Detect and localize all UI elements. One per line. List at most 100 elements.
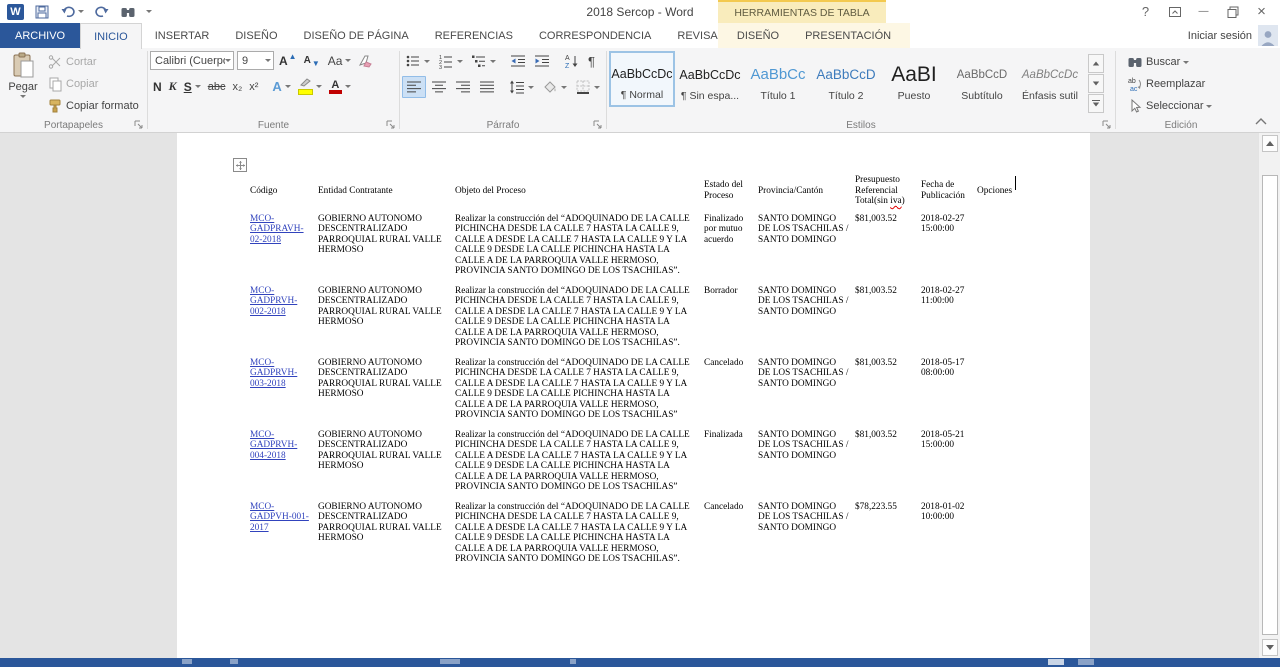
- sort-button[interactable]: AZ: [561, 51, 583, 71]
- superscript-button[interactable]: x²: [246, 79, 261, 95]
- tab-diseno-de-pagina[interactable]: DISEÑO DE PÁGINA: [291, 23, 422, 48]
- paste-dropdown-icon[interactable]: [20, 95, 26, 98]
- tab-herramientas-diseno[interactable]: DISEÑO: [724, 23, 792, 48]
- styles-scroll-down-button[interactable]: [1088, 74, 1104, 93]
- scrollbar-up-button[interactable]: [1262, 135, 1278, 152]
- show-marks-button[interactable]: ¶: [585, 52, 598, 71]
- view-button[interactable]: [1078, 659, 1094, 665]
- underline-button[interactable]: S: [181, 78, 204, 96]
- undo-button[interactable]: [60, 4, 84, 20]
- tab-referencias[interactable]: REFERENCIAS: [422, 23, 526, 48]
- codigo-link[interactable]: MCO-GADPRVH-004-2018: [250, 430, 297, 461]
- scroll-arrow-up-icon: [1266, 141, 1274, 146]
- line-spacing-button[interactable]: [506, 77, 537, 97]
- style-normal[interactable]: AaBbCcDc ¶ Normal: [609, 51, 675, 107]
- subscript-button[interactable]: x₂: [229, 79, 245, 95]
- styles-scroll-up-button[interactable]: [1088, 54, 1104, 73]
- align-left-button[interactable]: [402, 76, 426, 98]
- align-right-button[interactable]: [452, 77, 474, 97]
- fuente-dialog-launcher-icon[interactable]: [386, 120, 396, 130]
- cell-provincia: SANTO DOMINGO DE LOS TSACHILAS / SANTO D…: [758, 214, 855, 286]
- user-avatar[interactable]: [1258, 25, 1278, 46]
- multilevel-list-button[interactable]: [468, 51, 499, 71]
- font-size-combo[interactable]: 9: [237, 51, 274, 70]
- format-painter-button[interactable]: Copiar formato: [44, 96, 142, 116]
- cell-entidad: GOBIERNO AUTONOMO DESCENTRALIZADO PARROQ…: [318, 214, 455, 286]
- bullets-button[interactable]: [402, 51, 433, 71]
- cell-entidad: GOBIERNO AUTONOMO DESCENTRALIZADO PARROQ…: [318, 430, 455, 502]
- scrollbar-down-button[interactable]: [1262, 639, 1278, 656]
- word-logo-icon[interactable]: W: [7, 4, 24, 20]
- tab-diseno[interactable]: DISEÑO: [222, 23, 290, 48]
- collapse-ribbon-button[interactable]: [1254, 117, 1268, 126]
- undo-dropdown-icon[interactable]: [78, 10, 84, 13]
- find-button[interactable]: Buscar: [1124, 52, 1244, 72]
- replace-button[interactable]: abac Reemplazar: [1124, 74, 1244, 94]
- cell-codigo: MCO-GADPRVH-004-2018: [250, 430, 318, 502]
- text-effects-button[interactable]: A: [269, 77, 293, 96]
- increase-indent-button[interactable]: [531, 51, 553, 71]
- justify-button[interactable]: [476, 77, 498, 97]
- grow-font-button[interactable]: A▲: [277, 54, 299, 68]
- style-enfasis-sutil[interactable]: AaBbCcDc Énfasis sutil: [1017, 51, 1083, 107]
- codigo-link[interactable]: MCO-GADPRVH-003-2018: [250, 358, 297, 389]
- cell-fecha: 2018-05-17 08:00:00: [921, 358, 977, 430]
- bold-button[interactable]: N: [150, 78, 165, 96]
- cell-entidad: GOBIERNO AUTONOMO DESCENTRALIZADO PARROQ…: [318, 502, 455, 574]
- document-page[interactable]: Código Entidad Contratante Objeto del Pr…: [177, 133, 1090, 658]
- borders-button[interactable]: [572, 77, 603, 97]
- qat-customize-button[interactable]: [146, 10, 152, 13]
- tab-inicio[interactable]: INICIO: [80, 23, 142, 49]
- scrollbar-thumb[interactable]: [1262, 175, 1278, 635]
- save-button[interactable]: [34, 4, 50, 20]
- cell-objeto: Realizar la construcción del “ADOQUINADO…: [455, 214, 704, 286]
- italic-button[interactable]: K: [166, 77, 180, 96]
- numbering-button[interactable]: 123: [435, 51, 466, 71]
- align-center-button[interactable]: [428, 77, 450, 97]
- sign-in: Iniciar sesión: [1188, 23, 1278, 48]
- style-puesto[interactable]: AaBI Puesto: [881, 51, 947, 107]
- tab-correspondencia[interactable]: CORRESPONDENCIA: [526, 23, 664, 48]
- find-button-qat[interactable]: [120, 4, 136, 20]
- font-name-combo[interactable]: Calibri (Cuerpo: [150, 51, 234, 70]
- tab-herramientas-presentacion[interactable]: PRESENTACIÓN: [792, 23, 904, 48]
- restore-button[interactable]: [1218, 1, 1247, 23]
- table-move-handle[interactable]: [233, 158, 247, 172]
- style-sin-espaciado[interactable]: AaBbCcDc ¶ Sin espa...: [677, 51, 743, 107]
- highlight-button[interactable]: [295, 76, 325, 97]
- estilos-dialog-launcher-icon[interactable]: [1102, 120, 1112, 130]
- clear-formatting-icon[interactable]: [357, 53, 373, 69]
- tab-insertar[interactable]: INSERTAR: [142, 23, 223, 48]
- change-case-button[interactable]: Aa: [325, 52, 355, 70]
- cut-button[interactable]: Cortar: [44, 52, 142, 72]
- header-estado: Estado del Proceso: [704, 175, 758, 214]
- tab-archivo[interactable]: ARCHIVO: [0, 23, 80, 48]
- minimize-button[interactable]: —: [1189, 1, 1218, 23]
- codigo-link[interactable]: MCO-GADPVH-001-2017: [250, 502, 309, 533]
- view-button[interactable]: [1048, 659, 1064, 665]
- strikethrough-button[interactable]: abc: [205, 79, 229, 95]
- style-titulo-1[interactable]: AaBbCc Título 1: [745, 51, 811, 107]
- status-bar[interactable]: [0, 658, 1280, 667]
- sign-in-label[interactable]: Iniciar sesión: [1188, 30, 1252, 42]
- help-button[interactable]: ?: [1131, 1, 1160, 23]
- shading-button[interactable]: [539, 77, 570, 97]
- style-subtitulo[interactable]: AaBbCcD Subtítulo: [949, 51, 1015, 107]
- styles-more-button[interactable]: [1088, 94, 1104, 113]
- style-titulo-2[interactable]: AaBbCcD Título 2: [813, 51, 879, 107]
- portapapeles-dialog-launcher-icon[interactable]: [134, 120, 144, 130]
- font-name-value: Calibri (Cuerpo: [155, 55, 225, 67]
- decrease-indent-button[interactable]: [507, 51, 529, 71]
- font-color-button[interactable]: A: [326, 78, 354, 96]
- codigo-link[interactable]: MCO-GADPRVH-002-2018: [250, 286, 297, 317]
- codigo-link[interactable]: MCO-GADPRAVH-02-2018: [250, 214, 304, 245]
- shrink-font-button[interactable]: A▼: [302, 53, 322, 68]
- select-button[interactable]: Seleccionar: [1124, 96, 1244, 116]
- parrafo-dialog-launcher-icon[interactable]: [593, 120, 603, 130]
- paste-button[interactable]: Pegar: [2, 51, 44, 98]
- vertical-scrollbar[interactable]: [1258, 133, 1280, 658]
- ribbon-display-options-button[interactable]: [1160, 1, 1189, 23]
- close-button[interactable]: ×: [1247, 1, 1276, 23]
- copy-button[interactable]: Copiar: [44, 74, 142, 94]
- redo-button[interactable]: [94, 4, 110, 20]
